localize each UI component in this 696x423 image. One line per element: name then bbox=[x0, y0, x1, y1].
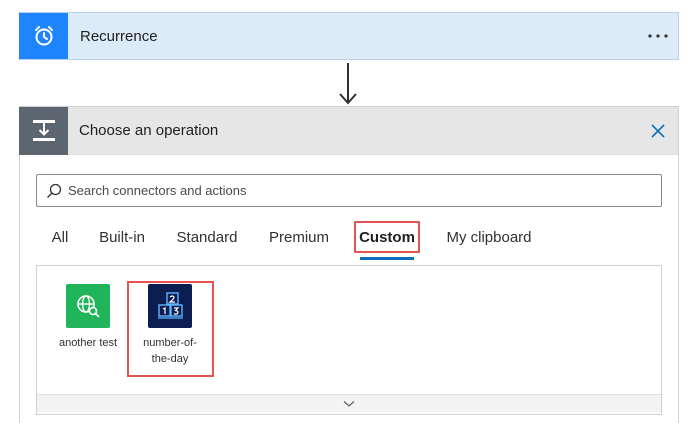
operation-icon-box bbox=[19, 106, 68, 155]
trigger-title: Recurrence bbox=[80, 27, 158, 45]
tab-custom[interactable]: Custom bbox=[358, 217, 416, 257]
connector-logo bbox=[148, 284, 192, 328]
operation-icon bbox=[32, 119, 55, 141]
connector-label: another test bbox=[58, 337, 118, 349]
tab-premium[interactable]: Premium bbox=[268, 217, 330, 257]
ellipsis-icon bbox=[648, 34, 668, 38]
search-input[interactable] bbox=[68, 183, 661, 198]
search-box[interactable] bbox=[36, 174, 662, 207]
operation-title: Choose an operation bbox=[79, 122, 219, 139]
connector-label-line: number-of- bbox=[143, 337, 197, 349]
active-tab-indicator bbox=[360, 257, 414, 260]
connector-label: number-of- the-day bbox=[143, 335, 197, 367]
expand-connectors-bar[interactable] bbox=[37, 394, 661, 412]
recurrence-icon-box bbox=[19, 13, 68, 59]
recurrence-trigger-card[interactable]: Recurrence bbox=[19, 12, 679, 60]
tab-standard[interactable]: Standard bbox=[175, 217, 239, 257]
tab-my-clipboard[interactable]: My clipboard bbox=[443, 217, 535, 257]
close-icon bbox=[651, 123, 665, 138]
tab-all[interactable]: All bbox=[48, 217, 72, 257]
alarm-clock-icon bbox=[34, 26, 53, 46]
connectors-panel: another test number-of- the-day bbox=[36, 265, 662, 415]
choose-operation-card: Choose an operation All Built-in Standar… bbox=[19, 106, 679, 423]
flow-arrow-icon bbox=[339, 63, 357, 105]
tab-built-in[interactable]: Built-in bbox=[95, 217, 149, 257]
search-icon bbox=[47, 183, 62, 198]
connector-logo bbox=[66, 284, 110, 328]
globe-search-icon bbox=[77, 295, 100, 318]
connector-another-test[interactable]: another test bbox=[50, 284, 126, 351]
category-tabs: All Built-in Standard Premium Custom My … bbox=[20, 217, 680, 260]
operation-header: Choose an operation bbox=[19, 106, 678, 155]
chevron-down-icon bbox=[343, 400, 355, 407]
connector-number-of-the-day[interactable]: number-of- the-day bbox=[132, 284, 208, 367]
more-options-button[interactable] bbox=[638, 13, 678, 59]
connector-label-line: the-day bbox=[151, 353, 189, 365]
number-blocks-icon bbox=[158, 292, 183, 319]
close-button[interactable] bbox=[638, 107, 678, 155]
